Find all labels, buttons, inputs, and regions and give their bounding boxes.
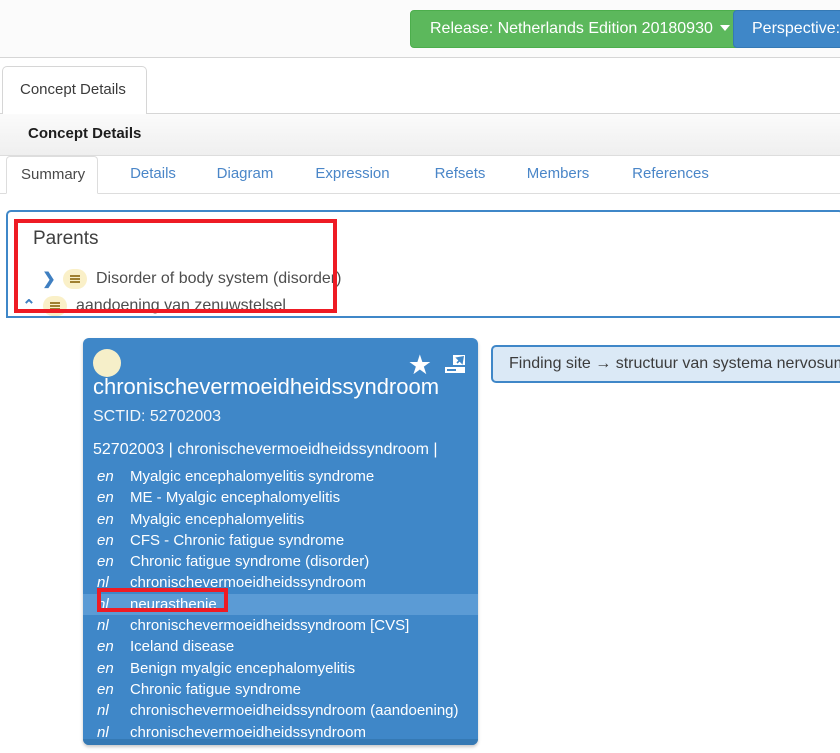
description-row[interactable]: nl chronischevermoeidheidssyndroom [CVS]: [83, 615, 478, 636]
description-language: en: [97, 530, 123, 551]
description-language: en: [97, 509, 123, 530]
description-row[interactable]: nl chronischevermoeidheidssyndroom: [83, 572, 478, 593]
top-toolbar: Release: Netherlands Edition 20180930 Pe…: [0, 0, 840, 58]
description-term: Myalgic encephalomyelitis syndrome: [130, 468, 374, 485]
concept-title: chronischevermoeidheidssyndroom: [93, 374, 439, 400]
description-term: ME - Myalgic encephalomyelitis: [130, 489, 340, 506]
description-term: Benign myalgic encephalomyelitis: [130, 660, 355, 677]
description-row[interactable]: en Benign myalgic encephalomyelitis: [83, 658, 478, 679]
open-in-new-window-icon[interactable]: [444, 354, 466, 376]
description-language: nl: [97, 594, 123, 615]
parent-row[interactable]: ❯ Disorder of body system (disorder): [40, 269, 341, 295]
window-tab-bar: Concept Details: [0, 58, 840, 114]
tab-summary[interactable]: Summary: [6, 156, 98, 194]
concept-menu-icon[interactable]: [43, 296, 67, 316]
description-language: en: [97, 466, 123, 487]
description-term: chronischevermoeidheidssyndroom [CVS]: [130, 617, 409, 634]
perspective-selector-button[interactable]: Perspective:: [733, 10, 840, 48]
description-term: chronischevermoeidheidssyndroom (aandoen…: [130, 702, 459, 719]
description-row[interactable]: en Chronic fatigue syndrome: [83, 679, 478, 700]
tab-expression[interactable]: Expression: [304, 156, 401, 194]
description-language: en: [97, 636, 123, 657]
description-language: nl: [97, 700, 123, 721]
tab-references[interactable]: References: [623, 156, 718, 194]
description-row[interactable]: nl chronischevermoeidheidssyndroom: [83, 722, 478, 743]
description-language: nl: [97, 572, 123, 593]
tab-members[interactable]: Members: [518, 156, 598, 194]
page-title: Concept Details: [28, 125, 141, 142]
perspective-selector-label: Perspective:: [752, 20, 840, 37]
tab-refsets[interactable]: Refsets: [425, 156, 495, 194]
description-language: en: [97, 658, 123, 679]
description-row[interactable]: en CFS - Chronic fatigue syndrome: [83, 530, 478, 551]
description-term: neurasthenie: [130, 596, 217, 613]
panel-header: Concept Details: [0, 114, 840, 156]
release-selector-label: Release: Netherlands Edition 20180930: [430, 20, 713, 37]
concept-status-dot-icon: [93, 349, 121, 377]
description-language: nl: [97, 615, 123, 636]
chevron-down-icon: [720, 25, 730, 31]
tab-diagram[interactable]: Diagram: [207, 156, 283, 194]
concept-sctid: SCTID: 52702003: [93, 408, 221, 426]
parents-panel: Parents ❯ Disorder of body system (disord…: [6, 210, 840, 318]
window-tab-concept-details[interactable]: Concept Details: [2, 66, 147, 114]
window-tab-label: Concept Details: [20, 81, 126, 98]
concept-menu-icon[interactable]: [63, 269, 87, 289]
description-term: Iceland disease: [130, 638, 234, 655]
description-row-selected[interactable]: nl neurasthenie: [83, 594, 478, 615]
relationship-finding-site[interactable]: Finding site → structuur van systema ner…: [491, 345, 840, 383]
description-term: chronischevermoeidheidssyndroom: [130, 724, 366, 741]
description-language: nl: [97, 722, 123, 743]
description-row[interactable]: nl chronischevermoeidheidssyndroom (aando…: [83, 700, 478, 721]
chevron-right-icon[interactable]: ❯: [40, 269, 58, 289]
description-row[interactable]: en Chronic fatigue syndrome (disorder): [83, 551, 478, 572]
description-row[interactable]: en Myalgic encephalomyelitis syndrome: [83, 466, 478, 487]
concept-fsn: 52702003 | chronischevermoeidheidssyndro…: [93, 441, 438, 459]
description-row[interactable]: en Myalgic encephalomyelitis: [83, 509, 478, 530]
description-term: Chronic fatigue syndrome (disorder): [130, 553, 369, 570]
concept-card[interactable]: ★ chronischevermoeidheidssyndroom SCTID:…: [83, 338, 478, 745]
release-selector-button[interactable]: Release: Netherlands Edition 20180930: [410, 10, 749, 48]
description-row[interactable]: en ME - Myalgic encephalomyelitis: [83, 487, 478, 508]
description-list: en Myalgic encephalomyelitis syndrome en ME…: [83, 466, 478, 743]
description-term: Myalgic encephalomyelitis: [130, 511, 304, 528]
description-term: chronischevermoeidheidssyndroom: [130, 574, 366, 591]
parent-label[interactable]: Disorder of body system (disorder): [96, 270, 341, 288]
description-term: Chronic fatigue syndrome: [130, 681, 301, 698]
description-row[interactable]: en Iceland disease: [83, 636, 478, 657]
parent-label[interactable]: aandoening van zenuwstelsel: [76, 297, 286, 315]
concept-tab-strip: Summary Details Diagram Expression Refsets Me…: [0, 156, 840, 194]
parents-heading: Parents: [33, 228, 98, 250]
description-language: en: [97, 487, 123, 508]
description-language: en: [97, 551, 123, 572]
chevron-up-icon[interactable]: ⌃: [20, 296, 38, 316]
tab-details[interactable]: Details: [118, 156, 188, 194]
description-term: CFS - Chronic fatigue syndrome: [130, 532, 344, 549]
parent-row[interactable]: ⌃ aandoening van zenuwstelsel: [20, 296, 286, 322]
description-language: en: [97, 679, 123, 700]
